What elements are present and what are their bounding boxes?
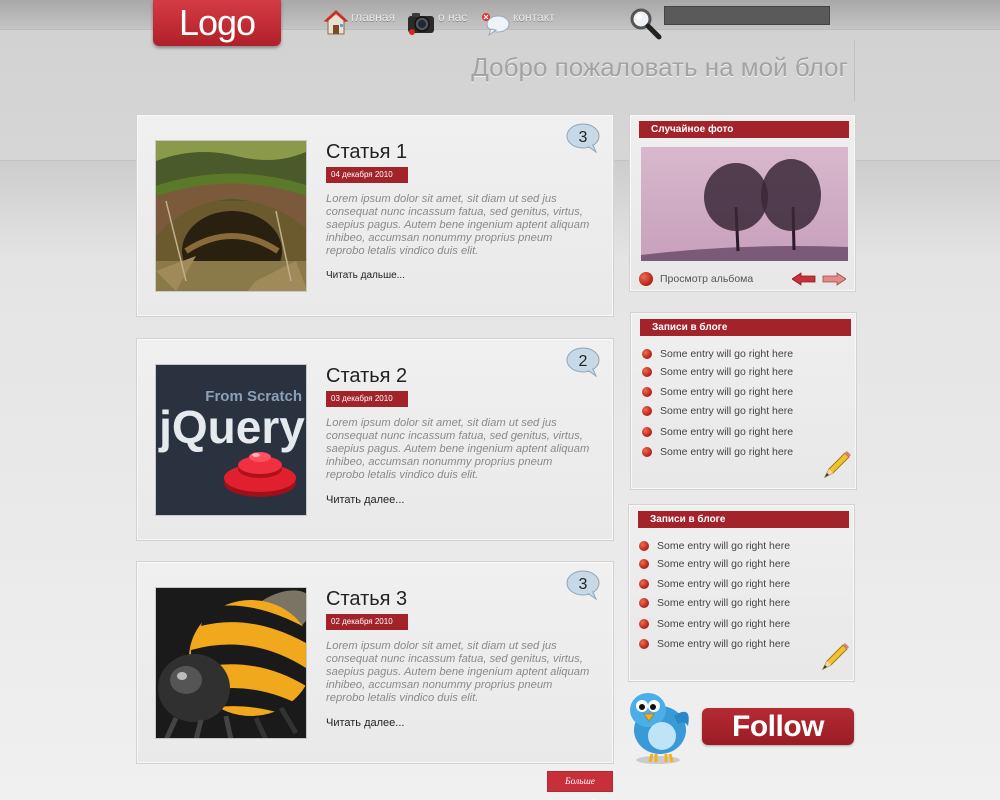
entry-label: Some entry will go right here <box>660 386 794 398</box>
entry-item[interactable]: Some entry will go right here <box>639 540 790 552</box>
entry-item[interactable]: Some entry will go right here <box>639 638 790 650</box>
entry-item[interactable]: Some entry will go right here <box>642 405 793 417</box>
nav-about[interactable]: о нас <box>406 8 467 36</box>
random-photo[interactable] <box>641 147 848 261</box>
post-image-jquery[interactable]: From Scratch jQuery <box>155 364 307 516</box>
entry-item[interactable]: Some entry will go right here <box>642 366 793 378</box>
entry-label: Some entry will go right here <box>660 366 794 378</box>
bullet-icon <box>639 272 653 286</box>
bullet-icon <box>639 559 649 569</box>
entry-label: Some entry will go right here <box>660 446 794 458</box>
entry-label: Some entry will go right here <box>660 348 794 360</box>
comment-count: 2 <box>579 353 588 370</box>
pencil-icon <box>823 451 851 479</box>
entry-item[interactable]: Some entry will go right here <box>639 558 790 570</box>
bullet-icon <box>639 639 649 649</box>
arrow-right-icon[interactable] <box>822 272 846 286</box>
follow-button[interactable]: Follow <box>702 708 854 745</box>
post-date: 03 декабря 2010 <box>326 391 408 407</box>
nav-home-label: главная <box>351 10 395 24</box>
widget-title: Записи в блоге <box>640 319 851 336</box>
comment-count-bubble[interactable]: 2 <box>566 347 602 377</box>
widget-title: Случайное фото <box>639 121 849 138</box>
random-photo-widget: Случайное фото Просмотр альбома <box>629 114 856 292</box>
post-date: 04 декабря 2010 <box>326 167 408 183</box>
read-more-link[interactable]: Читать дальше... <box>326 270 405 281</box>
view-album-link[interactable]: Просмотр альбома <box>639 272 753 286</box>
post-date: 02 декабря 2010 <box>326 614 408 630</box>
bullet-icon <box>642 427 652 437</box>
post-image-bee[interactable] <box>155 587 307 739</box>
view-album-label: Просмотр альбома <box>660 273 754 285</box>
logo-text: Logo <box>178 2 256 43</box>
bullet-icon <box>639 541 649 551</box>
magnifier-icon[interactable] <box>628 6 662 40</box>
entry-item[interactable]: Some entry will go right here <box>639 578 790 590</box>
bullet-icon <box>639 598 649 608</box>
widget-title: Записи в блоге <box>638 511 849 528</box>
site-logo[interactable]: Logo <box>153 0 281 46</box>
arrow-left-icon[interactable] <box>792 272 816 286</box>
entry-item[interactable]: Some entry will go right here <box>642 426 793 438</box>
more-posts-button[interactable]: Больше статей <box>547 771 613 800</box>
post-title[interactable]: Статья 1 <box>326 141 407 164</box>
entry-label: Some entry will go right here <box>657 597 791 609</box>
chat-icon <box>482 13 510 36</box>
entry-item[interactable]: Some entry will go right here <box>642 446 793 458</box>
post-excerpt: Lorem ipsum dolor sit amet, sit diam ut … <box>326 193 590 257</box>
bullet-icon <box>642 406 652 416</box>
entry-label: Some entry will go right here <box>657 558 791 570</box>
comment-count: 3 <box>579 129 588 146</box>
post-card: 3 Статья 3 02 декабря 2010 Lorem ipsum d… <box>136 561 614 764</box>
entry-label: Some entry will go right here <box>660 426 794 438</box>
nav-about-label: о нас <box>438 10 468 24</box>
blog-entries-widget: Записи в блоге Some entry will go right … <box>630 312 857 490</box>
nav-home[interactable]: главная <box>323 8 395 36</box>
entry-label: Some entry will go right here <box>657 540 791 552</box>
post-card: From Scratch jQuery 2 Статья 2 03 декабр… <box>136 338 614 541</box>
jquery-title: jQuery <box>158 401 305 453</box>
welcome-heading: Добро пожаловать на мой блог <box>471 52 848 82</box>
entry-item[interactable]: Some entry will go right here <box>639 597 790 609</box>
entry-item[interactable]: Some entry will go right here <box>642 348 793 360</box>
home-icon <box>323 10 349 35</box>
entry-label: Some entry will go right here <box>660 405 794 417</box>
twitter-bird-icon[interactable] <box>622 686 694 766</box>
bullet-icon <box>642 367 652 377</box>
nav-contact[interactable]: контакт <box>481 8 555 36</box>
comment-count-bubble[interactable]: 3 <box>566 570 602 600</box>
entry-item[interactable]: Some entry will go right here <box>642 386 793 398</box>
bullet-icon <box>639 579 649 589</box>
entry-label: Some entry will go right here <box>657 578 791 590</box>
comment-count-bubble[interactable]: 3 <box>566 123 602 153</box>
nav-contact-label: контакт <box>513 10 555 24</box>
camera-icon <box>408 13 434 35</box>
post-image-bridge[interactable] <box>155 140 307 292</box>
read-more-link[interactable]: Читать далее... <box>326 494 404 506</box>
post-title[interactable]: Статья 3 <box>326 588 407 611</box>
entry-label: Some entry will go right here <box>657 638 791 650</box>
post-title[interactable]: Статья 2 <box>326 365 407 388</box>
entry-item[interactable]: Some entry will go right here <box>639 618 790 630</box>
read-more-link[interactable]: Читать далее... <box>326 717 404 729</box>
post-excerpt: Lorem ipsum dolor sit amet, sit diam ut … <box>326 640 590 704</box>
pencil-icon <box>821 643 849 671</box>
bullet-icon <box>642 349 652 359</box>
bullet-icon <box>642 447 652 457</box>
bullet-icon <box>639 619 649 629</box>
bullet-icon <box>642 387 652 397</box>
post-card: 3 Статья 1 04 декабря 2010 Lorem ipsum d… <box>136 114 614 317</box>
welcome-divider <box>854 40 855 101</box>
search-input[interactable] <box>664 6 830 25</box>
entry-label: Some entry will go right here <box>657 618 791 630</box>
comment-count: 3 <box>579 576 588 593</box>
blog-entries-widget: Записи в блоге Some entry will go right … <box>628 504 855 682</box>
post-excerpt: Lorem ipsum dolor sit amet, sit diam ut … <box>326 417 590 481</box>
